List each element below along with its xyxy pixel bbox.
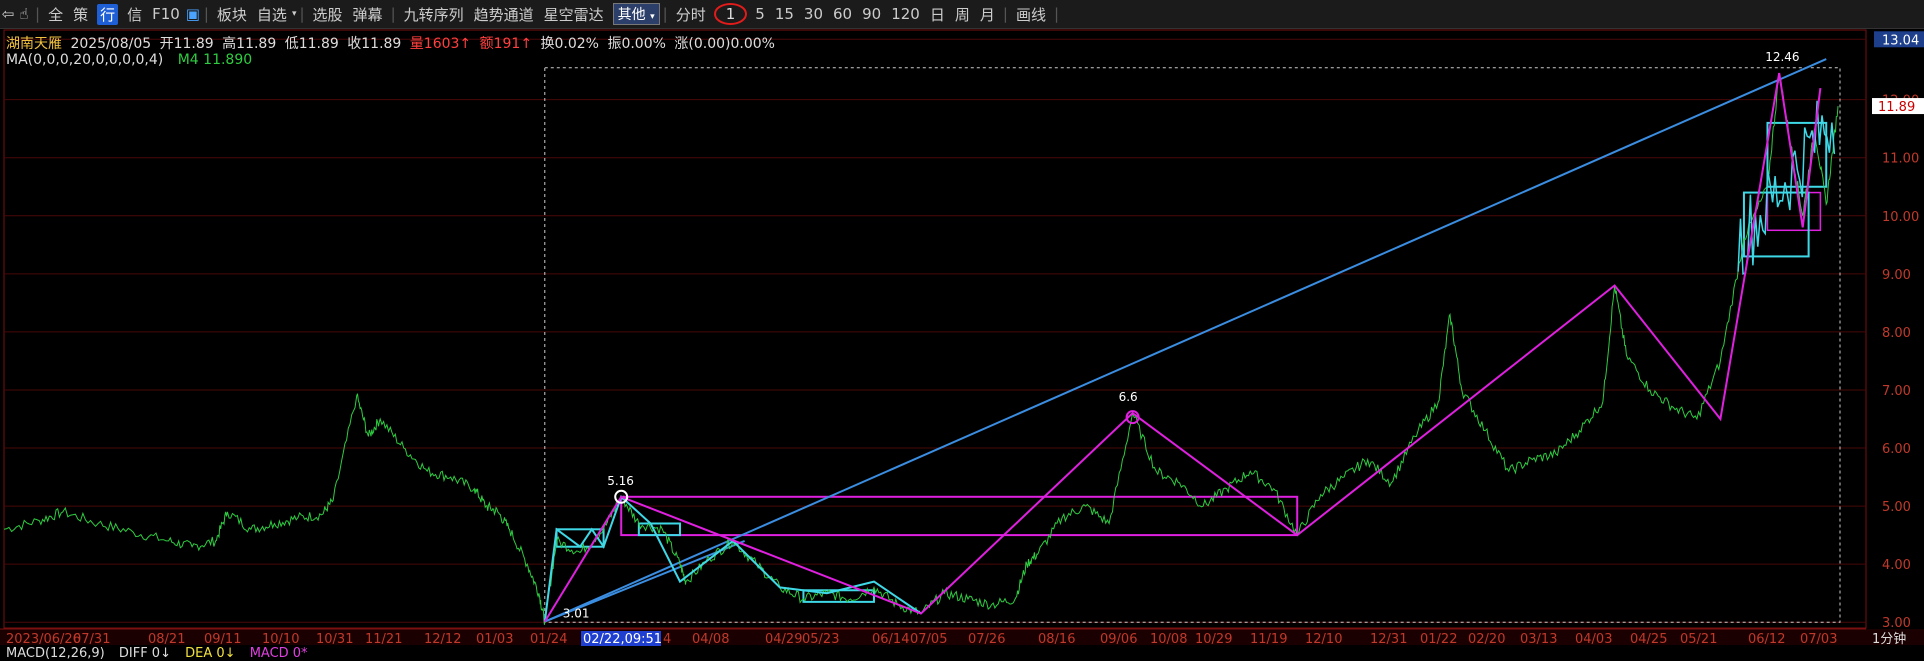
x-tick-label: 02/22,09:51 bbox=[583, 632, 662, 647]
quote-volume: 量1603↑ bbox=[409, 36, 472, 52]
x-tick-label: 07/05 bbox=[910, 632, 947, 647]
x-tick-label: 12/10 bbox=[1305, 632, 1342, 647]
y-tick-label: 9.00 bbox=[1882, 268, 1911, 283]
x-tick-label: 08/16 bbox=[1038, 632, 1075, 647]
quote-high: 高11.89 bbox=[222, 36, 277, 52]
ma-m4: M4 11.890 bbox=[177, 52, 253, 68]
wave-overlay bbox=[543, 495, 922, 622]
y-tick-label: 7.00 bbox=[1882, 384, 1911, 399]
price-chart[interactable]: 3.00 4.00 5.00 6.00 7.00 8.00 9.00 10.00 11.00 12… bbox=[0, 0, 1924, 659]
x-tick-label: 04/08 bbox=[692, 632, 729, 647]
x-tick-label: 11/19 bbox=[1250, 632, 1287, 647]
quote-amplitude: 振0.00% bbox=[607, 36, 666, 52]
y-tick-label: 5.00 bbox=[1882, 500, 1911, 515]
x-tick-label: 09/06 bbox=[1100, 632, 1137, 647]
y-tick-label: 4.00 bbox=[1882, 558, 1911, 573]
period-label: 1分钟 bbox=[1872, 631, 1906, 647]
x-tick-label: 02/20 bbox=[1468, 632, 1505, 647]
y-tick-label: 13.04 bbox=[1882, 33, 1919, 48]
x-tick-label: 04/25 bbox=[1630, 632, 1667, 647]
x-tick-label: 01/24 bbox=[530, 632, 567, 647]
quote-change: 涨(0.00)0.00% bbox=[674, 36, 775, 52]
y-tick-label: 3.00 bbox=[1882, 616, 1911, 631]
annotation-label: 6.6 bbox=[1119, 390, 1138, 404]
x-tick-label: 4 bbox=[663, 632, 671, 647]
x-tick-label: 05/23 bbox=[802, 632, 839, 647]
price-line bbox=[3, 72, 1839, 625]
y-tick-label: 6.00 bbox=[1882, 442, 1911, 457]
quote-date: 2025/08/05 bbox=[70, 36, 152, 52]
quote-info: 湖南天雁 2025/08/05 开11.89 高11.89 低11.89 收11… bbox=[6, 33, 779, 53]
x-tick-label: 12/31 bbox=[1370, 632, 1407, 647]
y-tick-label: 11.00 bbox=[1882, 152, 1919, 167]
x-tick-label: 07/31 bbox=[73, 632, 110, 647]
x-tick-label: 12/12 bbox=[424, 632, 461, 647]
x-tick-label: 10/10 bbox=[262, 632, 299, 647]
x-tick-label: 04/29 bbox=[765, 632, 802, 647]
x-tick-label: 08/21 bbox=[148, 632, 185, 647]
quote-open: 开11.89 bbox=[159, 36, 214, 52]
x-tick-label: 04/03 bbox=[1575, 632, 1612, 647]
x-tick-label: 01/03 bbox=[476, 632, 513, 647]
price-tag: 11.89 bbox=[1878, 100, 1915, 115]
y-tick-label: 10.00 bbox=[1882, 210, 1919, 225]
x-tick-label: 05/21 bbox=[1680, 632, 1717, 647]
x-tick-label: 11/21 bbox=[365, 632, 402, 647]
cyan-box bbox=[1766, 121, 1828, 188]
x-tick-label: 2023/06/26 bbox=[6, 632, 81, 647]
quote-low: 低11.89 bbox=[284, 36, 339, 52]
quote-amount: 额191↑ bbox=[479, 36, 533, 52]
x-tick-label: 10/29 bbox=[1195, 632, 1232, 647]
x-tick-label: 06/12 bbox=[1748, 632, 1785, 647]
annotation-label: 12.46 bbox=[1765, 50, 1799, 64]
annotation-label: 3.01 bbox=[563, 607, 590, 621]
quote-close: 收11.89 bbox=[347, 36, 402, 52]
trend-line bbox=[544, 58, 1827, 623]
x-tick-label: 10/31 bbox=[316, 632, 353, 647]
stock-name: 湖南天雁 bbox=[6, 36, 62, 52]
x-tick-label: 01/22 bbox=[1420, 632, 1457, 647]
zigzag-line bbox=[543, 72, 1822, 623]
quote-turnover: 换0.02% bbox=[540, 36, 599, 52]
range-box bbox=[1766, 191, 1822, 232]
ma-info: MA(0,0,0,20,0,0,0,0,4) M4 11.890 bbox=[6, 52, 252, 68]
x-tick-label: 06/14 bbox=[872, 632, 909, 647]
selection-box bbox=[544, 67, 1841, 623]
x-tick-label: 03/13 bbox=[1520, 632, 1557, 647]
plot-frame bbox=[3, 29, 1867, 629]
annotation-label: 5.16 bbox=[607, 474, 634, 488]
x-tick-label: 07/26 bbox=[968, 632, 1005, 647]
x-tick-label: 07/03 bbox=[1800, 632, 1837, 647]
ma-params: MA(0,0,0,20,0,0,0,0,4) bbox=[6, 52, 164, 68]
x-tick-label: 10/08 bbox=[1150, 632, 1187, 647]
x-tick-label: 09/11 bbox=[204, 632, 241, 647]
y-tick-label: 8.00 bbox=[1882, 326, 1911, 341]
